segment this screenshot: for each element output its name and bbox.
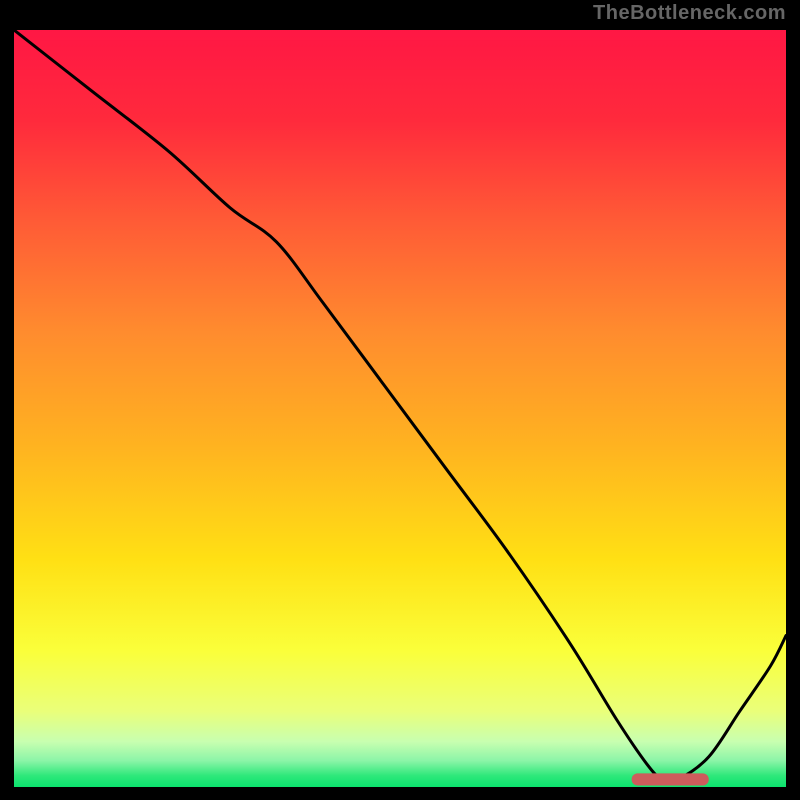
watermark-text: TheBottleneck.com bbox=[593, 2, 786, 25]
chart-svg bbox=[14, 30, 786, 787]
plot-area bbox=[14, 30, 786, 787]
optimal-range-bar bbox=[632, 773, 709, 785]
